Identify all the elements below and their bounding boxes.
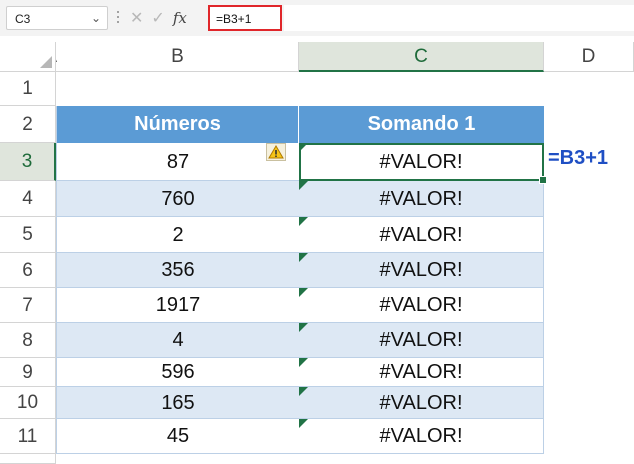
row-header-11[interactable]: 11 [0,419,56,454]
error-indicator-icon [299,253,308,262]
cell-value: #VALOR! [379,188,463,210]
row-header-4[interactable]: 4 [0,181,56,217]
error-indicator-icon [299,358,308,367]
cell-selection-box [299,143,547,184]
cell-value: #VALOR! [379,392,463,414]
error-indicator-icon [299,323,308,332]
row-label: 2 [22,114,33,135]
row-header-3[interactable]: 3 [0,143,56,181]
cell-c9[interactable]: #VALOR! [299,358,544,387]
row-header-10[interactable]: 10 [0,387,56,419]
select-all-corner[interactable] [0,42,56,72]
header-numeros[interactable]: Números [57,106,299,143]
formula-text: =B3+1 [216,12,252,26]
cell-b8[interactable]: 4 [57,323,299,358]
row-label: 8 [22,330,33,351]
warning-icon[interactable] [266,143,286,161]
error-indicator-icon [299,181,308,190]
cell-c8[interactable]: #VALOR! [299,323,544,358]
row-header-2[interactable]: 2 [0,106,56,143]
row-label: 10 [16,392,39,413]
cell-value: #VALOR! [379,361,463,383]
cell-value: #VALOR! [379,294,463,316]
cell-value: #VALOR! [379,425,463,447]
row-header-8[interactable]: 8 [0,323,56,358]
row-label: 4 [22,188,33,209]
chevron-down-icon[interactable]: ⌄ [91,11,101,25]
row-label: 7 [22,295,33,316]
column-header-c[interactable]: C [299,42,544,72]
column-label: D [581,46,596,67]
cell-value: #VALOR! [379,224,463,246]
cell-b7[interactable]: 1917 [57,288,299,323]
column-label: C [414,46,428,67]
row-header-6[interactable]: 6 [0,253,56,288]
error-indicator-icon [299,217,308,226]
cell-value: #VALOR! [379,259,463,281]
row-label: 11 [17,426,38,447]
row-label: 3 [21,151,33,172]
row-header-9[interactable]: 9 [0,358,56,387]
name-box-value: C3 [15,12,31,26]
column-header-b[interactable]: B [57,42,299,72]
cell-b6[interactable]: 356 [57,253,299,288]
row-label: 9 [22,362,33,383]
name-box[interactable]: C3 ⌄ [6,6,108,30]
cell-c7[interactable]: #VALOR! [299,288,544,323]
error-indicator-icon [299,387,308,396]
column-label: B [171,46,184,67]
fx-icon[interactable]: fx [173,9,187,27]
cell-c6[interactable]: #VALOR! [299,253,544,288]
cell-b10[interactable]: 165 [57,387,299,419]
formula-annotation: =B3+1 [548,147,609,169]
check-icon[interactable]: ✓ [151,8,164,28]
cell-b5[interactable]: 2 [57,217,299,253]
cell-c5[interactable]: #VALOR! [299,217,544,253]
fill-handle[interactable] [539,176,547,184]
drag-handle-icon[interactable] [117,11,119,25]
cell-c11[interactable]: #VALOR! [299,419,544,454]
error-indicator-icon [299,288,308,297]
row-label: 6 [22,260,33,281]
cell-b4[interactable]: 760 [57,181,299,217]
row-header-12[interactable] [0,454,56,464]
cell-b11[interactable]: 45 [57,419,299,454]
formula-bar: C3 ⌄ ✕ ✓ fx =B3+1 [0,0,634,36]
formula-input[interactable]: =B3+1 [208,5,282,31]
column-header-d[interactable]: D [544,42,634,72]
cell-c4[interactable]: #VALOR! [299,181,544,217]
formula-input-area[interactable] [284,5,634,31]
header-somando-1[interactable]: Somando 1 [299,106,544,143]
cell-c10[interactable]: #VALOR! [299,387,544,419]
cell-b9[interactable]: 596 [57,358,299,387]
error-indicator-icon [299,419,308,428]
row-label: 5 [22,224,33,245]
cell-b3[interactable]: 87 [57,143,299,181]
row-header-5[interactable]: 5 [0,217,56,253]
cell-value: #VALOR! [379,329,463,351]
row-label: 1 [22,78,33,99]
x-icon[interactable]: ✕ [130,8,143,28]
row-header-1[interactable]: 1 [0,72,56,106]
row-header-7[interactable]: 7 [0,288,56,323]
